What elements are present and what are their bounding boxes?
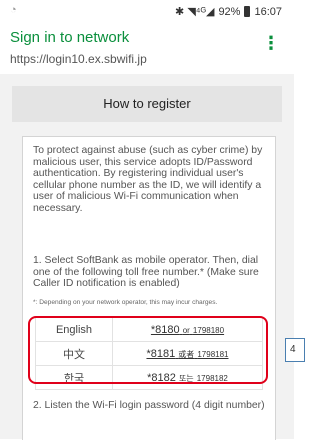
- annotation-marker: 4: [285, 338, 305, 362]
- instructions-card: To protect against abuse (such as cyber …: [22, 136, 276, 440]
- status-icons: ✱ ◥⁴ᴳ◢ 92% 16:07: [175, 5, 282, 19]
- signal-icon: ✱ ◥⁴ᴳ◢: [175, 6, 215, 18]
- page-content: How to register To protect against abuse…: [0, 74, 294, 440]
- status-bar: ◔ ✱ ◥⁴ᴳ◢ 92% 16:07: [0, 0, 294, 24]
- section-header: How to register: [12, 86, 282, 122]
- battery-icon: [244, 6, 251, 17]
- clock: 16:07: [254, 5, 282, 18]
- intro-text: To protect against abuse (such as cyber …: [33, 145, 263, 214]
- step-2-text: 2. Listen the Wi-Fi login password (4 di…: [33, 400, 265, 411]
- battery-percent: 92%: [218, 5, 241, 18]
- app-bar: Sign in to network https://login10.ex.sb…: [0, 24, 294, 74]
- page-url: https://login10.ex.sbwifi.jp: [10, 52, 147, 66]
- page-title: Sign in to network: [10, 29, 130, 46]
- wifi-question-icon: ◔: [10, 4, 17, 16]
- charges-note: *: Depending on your network operator, t…: [33, 299, 218, 306]
- highlight-box: [28, 316, 268, 384]
- step-1-text: 1. Select SoftBank as mobile operator. T…: [33, 255, 259, 289]
- overflow-menu-icon[interactable]: ⋮: [262, 34, 280, 52]
